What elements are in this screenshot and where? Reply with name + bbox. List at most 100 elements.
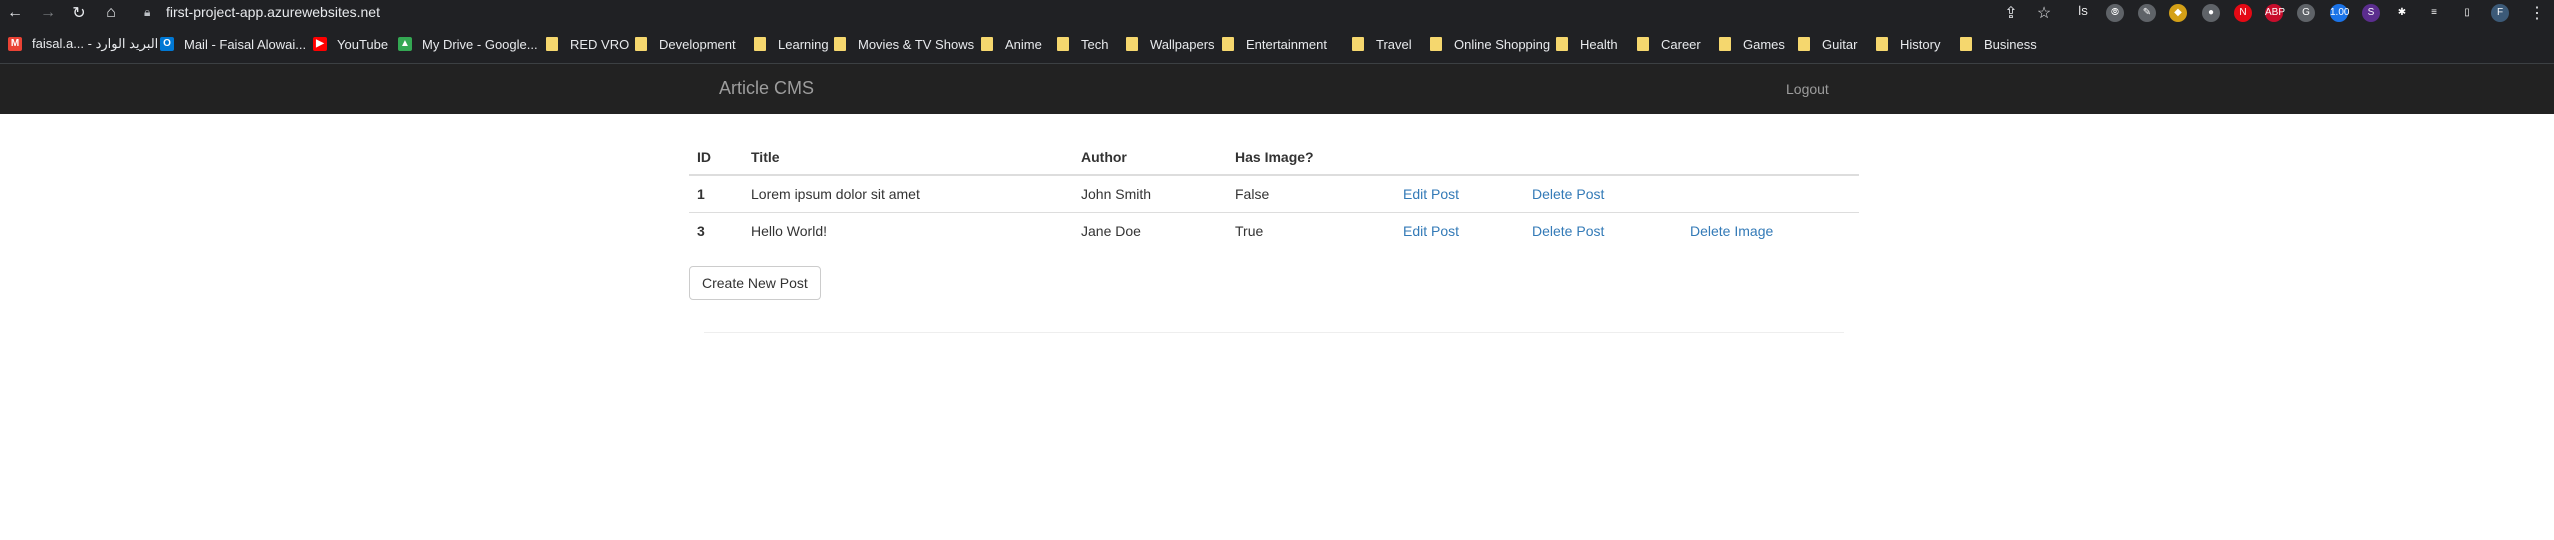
bookmark-label: Mail - Faisal Alowai... bbox=[184, 36, 307, 52]
circle-ext-icon[interactable]: ● bbox=[2202, 4, 2220, 22]
share-icon[interactable]: ⇪ bbox=[2000, 2, 2022, 24]
footer-divider bbox=[704, 332, 1844, 333]
sidepanel-ext-icon[interactable]: ▯ bbox=[2458, 4, 2476, 22]
folder-icon bbox=[1126, 37, 1138, 51]
forward-icon[interactable]: → bbox=[37, 2, 59, 24]
youtube-icon: ▶ bbox=[313, 37, 327, 51]
address-bar[interactable]: first-project-app.azurewebsites.net bbox=[166, 0, 380, 25]
list-ext-icon[interactable]: ≡ bbox=[2425, 4, 2443, 22]
table-cell: True bbox=[1227, 212, 1395, 249]
bookmark-faisal-a[interactable]: Mfaisal.a... - البريد الوارد bbox=[8, 35, 158, 53]
delete-post-link[interactable]: Delete Post bbox=[1532, 186, 1604, 202]
column-header bbox=[1682, 140, 1859, 176]
bookmark-label: Wallpapers bbox=[1150, 36, 1215, 52]
bookmark-games[interactable]: Games bbox=[1719, 35, 1785, 53]
table-cell: Jane Doe bbox=[1073, 212, 1227, 249]
column-header: Title bbox=[743, 140, 1073, 176]
post-author: John Smith bbox=[1081, 186, 1152, 202]
rs-ext-icon[interactable]: ꟾS bbox=[2074, 4, 2092, 22]
lock-icon[interactable]: 🔒︎ bbox=[144, 5, 150, 20]
folder-icon bbox=[1556, 37, 1568, 51]
app-navbar: Article CMS Logout bbox=[0, 64, 2554, 114]
g-ext-icon[interactable]: G bbox=[2297, 4, 2315, 22]
bookmark-movies-tv-shows[interactable]: Movies & TV Shows bbox=[834, 35, 974, 53]
bookmark-red-vro[interactable]: RED VRO bbox=[546, 35, 629, 53]
folder-icon bbox=[981, 37, 993, 51]
bookmark-label: Career bbox=[1661, 36, 1701, 52]
bookmark-label: YouTube bbox=[337, 36, 389, 52]
logout-link[interactable]: Logout bbox=[1786, 81, 1829, 97]
bookmark-label: Anime bbox=[1005, 36, 1042, 52]
bookmark-development[interactable]: Development bbox=[635, 35, 736, 53]
table-cell: Edit Post bbox=[1395, 175, 1524, 213]
table-cell: 3 bbox=[689, 212, 743, 249]
edit-post-link[interactable]: Edit Post bbox=[1403, 186, 1459, 202]
folder-icon bbox=[1222, 37, 1234, 51]
brand-link[interactable]: Article CMS bbox=[719, 78, 814, 99]
folder-icon bbox=[1798, 37, 1810, 51]
counter-ext-icon[interactable]: 1.00 bbox=[2330, 4, 2349, 22]
bookmark-business[interactable]: Business bbox=[1960, 35, 2037, 53]
post-title: Hello World! bbox=[751, 223, 827, 239]
folder-icon bbox=[546, 37, 558, 51]
bookmark-label: Travel bbox=[1376, 36, 1412, 52]
bookmark-learning[interactable]: Learning bbox=[754, 35, 829, 53]
bookmark-youtube[interactable]: ▶ YouTube bbox=[313, 35, 388, 53]
bookmark-star-icon[interactable]: ☆ bbox=[2033, 2, 2055, 24]
bookmark-label: Learning bbox=[778, 36, 829, 52]
folder-icon bbox=[1430, 37, 1442, 51]
post-has-image: True bbox=[1235, 223, 1264, 239]
bookmark-label: RED VRO bbox=[570, 36, 630, 52]
posts-table: ID Title Author Has Image? 1 Lorem ipsum dol… bbox=[689, 140, 1859, 249]
puzzle-ext-icon[interactable]: ✱ bbox=[2393, 4, 2411, 22]
bookmark-label: Development bbox=[659, 36, 736, 52]
table-cell: Lorem ipsum dolor sit amet bbox=[743, 175, 1073, 213]
drive-icon: ▲ bbox=[398, 37, 412, 51]
folder-icon bbox=[1719, 37, 1731, 51]
bookmark-my-drive-google[interactable]: ▲ My Drive - Google... bbox=[398, 35, 538, 53]
bookmark-career[interactable]: Career bbox=[1637, 35, 1701, 53]
home-icon[interactable]: ⌂ bbox=[100, 2, 122, 24]
post-author: Jane Doe bbox=[1081, 223, 1141, 239]
folder-icon bbox=[834, 37, 846, 51]
n-ext-icon[interactable]: N bbox=[2234, 4, 2252, 22]
bookmark-entertainment[interactable]: Entertainment bbox=[1222, 35, 1327, 53]
bookmark-guitar[interactable]: Guitar bbox=[1798, 35, 1857, 53]
s-ext-icon[interactable]: S bbox=[2362, 4, 2380, 22]
bookmark-label: Business bbox=[1984, 36, 2037, 52]
bookmark-label: Tech bbox=[1081, 36, 1109, 52]
folder-icon bbox=[1637, 37, 1649, 51]
bookmark-tech[interactable]: Tech bbox=[1057, 35, 1108, 53]
bookmark-online-shopping[interactable]: Online Shopping bbox=[1430, 35, 1550, 53]
shield-ext-icon[interactable]: ◆ bbox=[2169, 4, 2187, 22]
outlook-icon: O bbox=[160, 37, 174, 51]
folder-icon bbox=[1960, 37, 1972, 51]
bookmark-history[interactable]: History bbox=[1876, 35, 1940, 53]
create-new-post-button[interactable]: Create New Post bbox=[689, 266, 821, 300]
edit-post-link[interactable]: Edit Post bbox=[1403, 223, 1459, 239]
bookmark-mail-faisal-alowai[interactable]: O Mail - Faisal Alowai... bbox=[160, 35, 306, 53]
table-cell: False bbox=[1227, 175, 1395, 213]
back-icon[interactable]: ← bbox=[4, 2, 26, 24]
bookmark-health[interactable]: Health bbox=[1556, 35, 1618, 53]
table-row: 1 Lorem ipsum dolor sit amet John Smith Fal… bbox=[689, 175, 1859, 213]
menu-kebab-icon[interactable]: ⋮ bbox=[2526, 2, 2548, 24]
abp-ext-icon[interactable]: ABP bbox=[2265, 4, 2285, 22]
colorzilla-ext-icon[interactable]: ⦾ bbox=[2106, 4, 2124, 22]
table-header-row: ID Title Author Has Image? bbox=[689, 140, 1859, 176]
bookmark-travel[interactable]: Travel bbox=[1352, 35, 1412, 53]
reload-icon[interactable]: ↻ bbox=[68, 2, 90, 24]
folder-icon bbox=[754, 37, 766, 51]
bookmark-wallpapers[interactable]: Wallpapers bbox=[1126, 35, 1215, 53]
edit-ext-icon[interactable]: ✎ bbox=[2138, 4, 2156, 22]
column-header bbox=[1395, 140, 1524, 176]
folder-icon bbox=[1876, 37, 1888, 51]
profile-ext-icon[interactable]: F bbox=[2491, 4, 2509, 22]
bookmark-label: Guitar bbox=[1822, 36, 1858, 52]
delete-image-link[interactable]: Delete Image bbox=[1690, 223, 1773, 239]
table-cell: Delete Post bbox=[1524, 175, 1682, 213]
bookmark-anime[interactable]: Anime bbox=[981, 35, 1042, 53]
table-cell bbox=[1682, 175, 1859, 213]
column-header: ID bbox=[689, 140, 743, 176]
delete-post-link[interactable]: Delete Post bbox=[1532, 223, 1604, 239]
